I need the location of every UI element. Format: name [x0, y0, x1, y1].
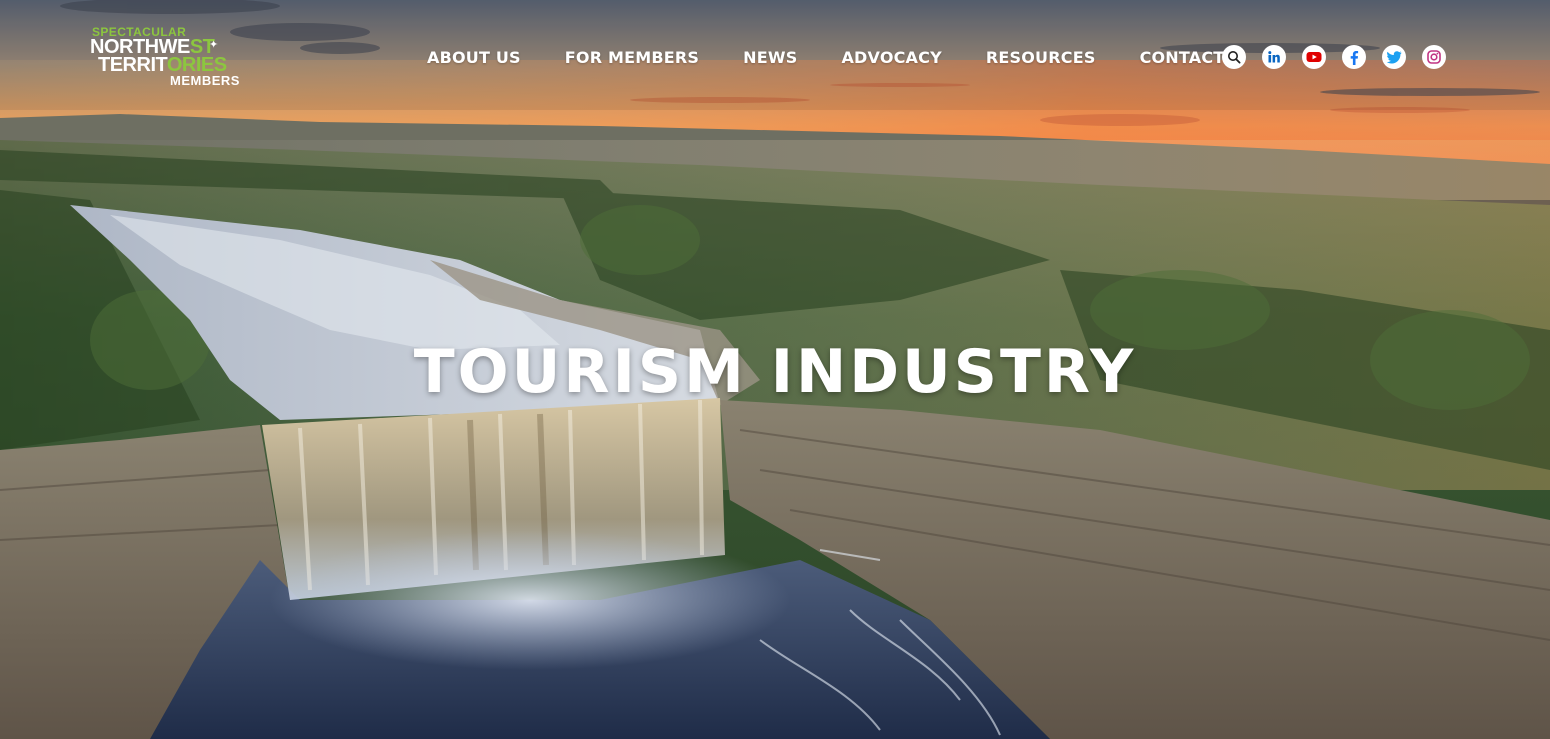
logo-members: MEMBERS: [170, 73, 240, 88]
nav-item-resources[interactable]: RESOURCES: [964, 47, 1118, 69]
logo-text-territ: TERRIT: [98, 54, 167, 76]
nav-item-advocacy[interactable]: ADVOCACY: [819, 47, 963, 69]
twitter-icon[interactable]: [1382, 45, 1406, 69]
facebook-icon[interactable]: [1342, 45, 1366, 69]
search-icon[interactable]: [1222, 45, 1246, 69]
youtube-icon[interactable]: [1302, 45, 1326, 69]
nav-item-for-members[interactable]: FOR MEMBERS: [543, 47, 721, 69]
social-links: [1222, 45, 1446, 69]
page-title: TOURISM INDUSTRY: [413, 337, 1137, 407]
nav-item-about-us[interactable]: ABOUT US: [405, 47, 543, 69]
main-navigation: ABOUT US FOR MEMBERS NEWS ADVOCACY RESOU…: [405, 47, 1246, 69]
hero-banner: SPECTACULAR NORTHWEST ✦ TERRITORIES MEMB…: [0, 0, 1550, 739]
site-logo[interactable]: SPECTACULAR NORTHWEST ✦ TERRITORIES MEMB…: [90, 25, 255, 90]
instagram-icon[interactable]: [1422, 45, 1446, 69]
linkedin-icon[interactable]: [1262, 45, 1286, 69]
nav-item-news[interactable]: NEWS: [721, 47, 819, 69]
maple-leaf-icon: ✦: [209, 39, 219, 51]
